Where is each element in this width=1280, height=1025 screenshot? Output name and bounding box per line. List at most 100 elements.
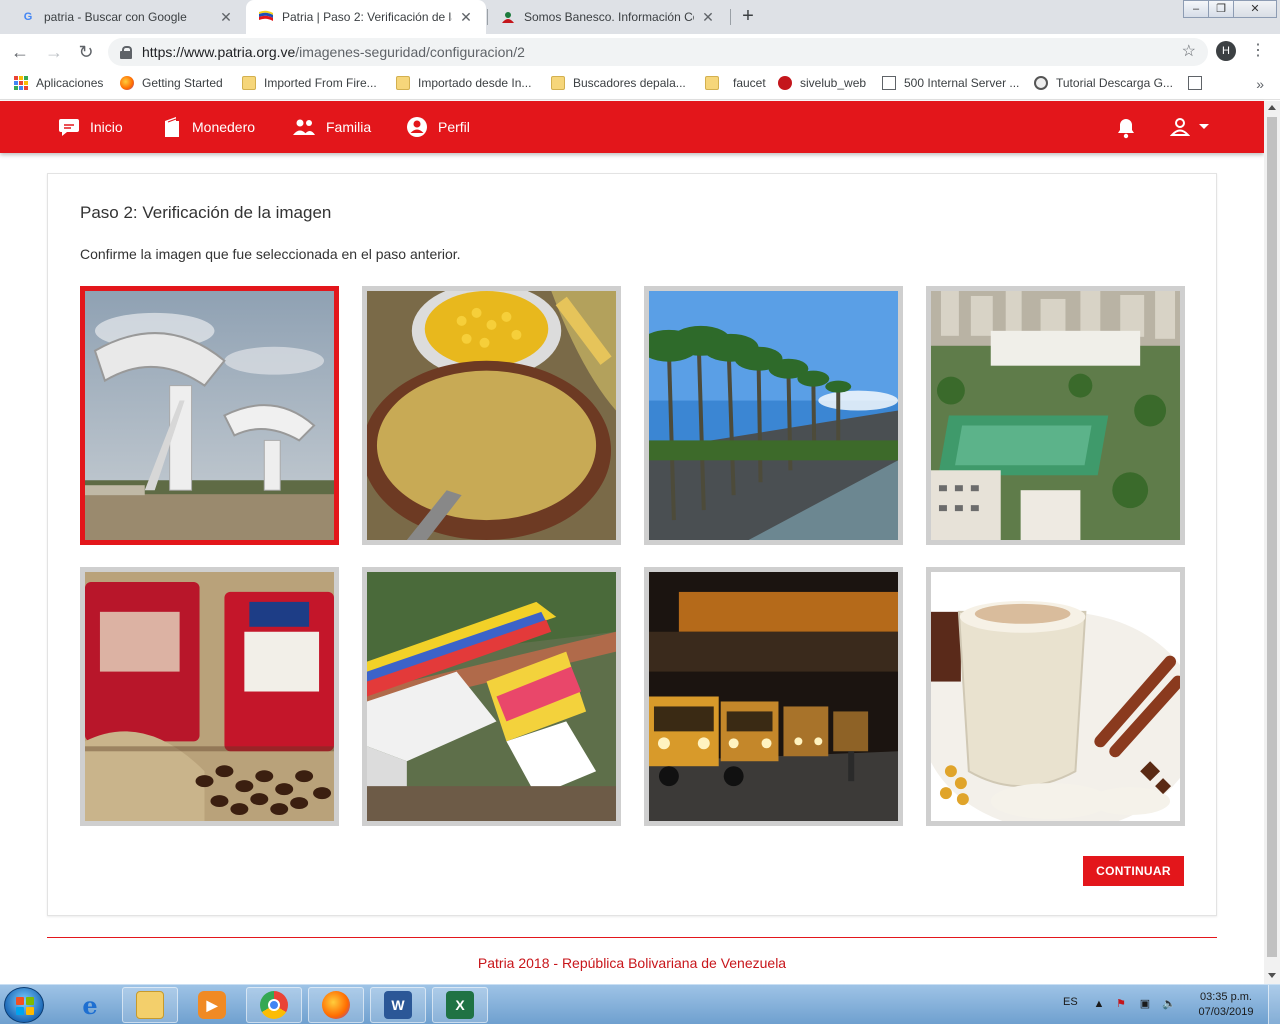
volume-icon[interactable]: 🔈 [1162,997,1176,1011]
wallet-icon [165,117,179,137]
page-scrollbar[interactable] [1264,101,1280,984]
close-icon[interactable]: ✕ [458,9,474,26]
browser-tab-strip: G patria - Buscar con Google ✕ Patria | … [0,0,1280,34]
nav-familia[interactable]: Familia [292,115,371,139]
bookmark-importado-ie[interactable]: Importado desde In... [396,76,531,90]
network-icon[interactable]: ▣ [1138,997,1152,1011]
bookmark-sivelub[interactable]: sivelub_web [778,76,866,90]
tab-patria[interactable]: Patria | Paso 2: Verificación de la ✕ [246,0,486,34]
nav-label: Perfil [438,119,470,135]
url-path: /imagenes-seguridad/configuracion/2 [295,44,525,60]
corn-soup-image[interactable] [362,286,621,545]
tab-banesco[interactable]: Somos Banesco. Información Cor ✕ [488,0,728,34]
tile-art [649,291,898,540]
scroll-up-icon[interactable] [1268,105,1276,110]
patria-flag-icon [258,9,274,25]
tile-art [85,572,334,821]
show-desktop-button[interactable] [1268,985,1280,1025]
bookmark-label: Imported From Fire... [264,76,377,90]
close-window-button[interactable]: ✕ [1233,0,1277,18]
taskbar-explorer[interactable] [122,987,178,1023]
restore-button[interactable]: ❐ [1208,0,1234,18]
clock-time: 03:35 p.m. [1200,991,1252,1003]
address-bar[interactable]: https://www.patria.org.ve/imagenes-segur… [108,38,1208,66]
taskbar-chrome[interactable] [246,987,302,1023]
city-park-aerial-image[interactable] [926,286,1185,545]
satellite-antennas-image[interactable] [80,286,339,545]
windows-logo-icon [16,997,34,1015]
back-icon[interactable]: ← [8,40,32,64]
armored-trucks-image[interactable] [644,567,903,826]
bookmarks-bar: Aplicaciones Getting Started Imported Fr… [0,70,1280,100]
nav-inicio[interactable]: Inicio [58,115,123,139]
bell-icon[interactable] [1116,117,1136,139]
bookmark-label: Tutorial Descarga G... [1056,76,1173,90]
new-tab-button[interactable]: + [736,4,760,28]
continue-button[interactable]: CONTINUAR [1083,856,1184,886]
start-button[interactable] [4,987,44,1023]
firefox-icon [322,991,350,1019]
scroll-down-icon[interactable] [1268,973,1276,978]
user-menu[interactable] [1170,117,1210,137]
forward-icon[interactable]: → [42,40,66,64]
lock-icon [120,46,132,59]
minimize-button[interactable]: – [1183,0,1209,18]
close-icon[interactable]: ✕ [700,9,716,26]
profile-icon [407,117,427,137]
bookmark-label: Getting Started [142,76,223,90]
firefox-icon [120,76,134,90]
star-icon[interactable]: ☆ [1182,41,1196,61]
bookmark-apps[interactable]: Aplicaciones [14,76,103,90]
folder-icon [136,991,164,1019]
taskbar-excel[interactable]: X [432,987,488,1023]
palm-boulevard-image[interactable] [644,286,903,545]
bookmark-tutorial[interactable]: Tutorial Descarga G... [1034,76,1173,90]
taskbar-firefox[interactable] [308,987,364,1023]
nav-label: Familia [326,119,372,135]
more-menu-icon[interactable]: ⋮ [1250,40,1266,60]
bookmark-faucet[interactable]: faucet [705,76,766,90]
bookmark-label: Importado desde In... [418,76,532,90]
show-hidden-icons-icon[interactable]: ▲ [1092,997,1106,1011]
bookmark-500-error[interactable]: 500 Internal Server ... [882,76,1019,90]
chicha-drink-image[interactable] [926,567,1185,826]
apps-icon [14,76,28,90]
tab-separator [730,9,731,25]
page-icon [882,76,896,90]
action-center-icon[interactable]: ⚑ [1114,997,1128,1011]
verification-card: Paso 2: Verificación de la imagen Confir… [47,173,1217,916]
bookmark-page[interactable] [1188,76,1210,90]
system-clock[interactable]: 03:35 p.m. 07/03/2019 [1190,990,1262,1020]
taskbar-ie[interactable]: e [62,987,118,1023]
bookmark-buscadores[interactable]: Buscadores depala... [551,76,686,90]
bookmark-imported-firefox[interactable]: Imported From Fire... [242,76,377,90]
folder-icon [242,76,256,90]
nav-perfil[interactable]: Perfil [406,115,470,139]
tab-google-search[interactable]: G patria - Buscar con Google ✕ [8,0,246,34]
page-icon [1188,76,1202,90]
banesco-icon [500,9,516,25]
close-icon[interactable]: ✕ [218,9,234,26]
fair-tents-image[interactable] [362,567,621,826]
sivelub-icon [778,76,792,90]
home-chat-icon [59,119,79,136]
nav-monedero[interactable]: Monedero [162,115,255,139]
chrome-icon [260,991,288,1019]
scroll-thumb[interactable] [1267,117,1277,957]
user-icon [1170,118,1190,136]
tab-separator [487,9,488,25]
chevron-right-icon[interactable]: » [1256,76,1264,92]
google-icon: G [23,11,33,23]
profile-avatar[interactable]: H [1216,41,1236,61]
coffee-bags-image[interactable] [80,567,339,826]
footer-copyright: Patria 2018 - República Bolivariana de V… [477,955,787,971]
taskbar-word[interactable]: W [370,987,426,1023]
bookmark-getting-started[interactable]: Getting Started [120,76,223,90]
reload-icon[interactable]: ↻ [74,40,98,64]
windows-taskbar: e ▶ W X ES ▲ ⚑ ▣ 🔈 03:35 p.m. 07/03/2019 [0,984,1280,1025]
bookmark-label: Buscadores depala... [573,76,686,90]
language-indicator[interactable]: ES [1063,996,1078,1008]
folder-icon [396,76,410,90]
family-icon [293,119,315,135]
taskbar-media[interactable]: ▶ [184,987,240,1023]
